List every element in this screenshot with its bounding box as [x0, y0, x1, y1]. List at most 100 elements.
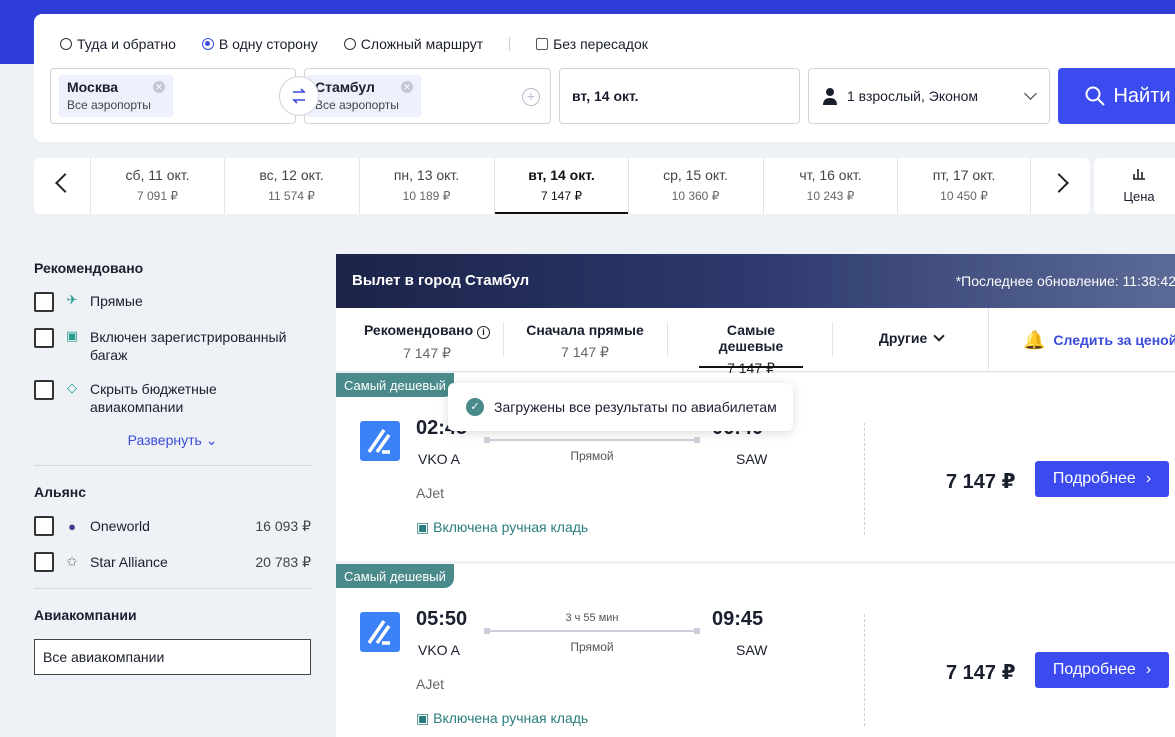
date-option[interactable]: сб, 11 окт. 7 091 ₽ [90, 158, 224, 214]
star-alliance-logo-icon: ✩ [66, 554, 78, 569]
arrival-time: 09:45 [712, 608, 764, 630]
chevron-down-icon [1024, 87, 1037, 100]
trip-type-multicity[interactable]: Сложный маршрут [343, 36, 483, 52]
filter-hide-budget[interactable]: ◇ Скрыть бюджетные авиакомпании [34, 380, 311, 416]
divider [509, 37, 511, 51]
flight-card[interactable]: Самый дешевый 05:50 09:45 VKO A SAW 3 ч … [336, 564, 1175, 737]
date-field[interactable]: вт, 14 окт. [559, 68, 800, 124]
trip-type-oneway[interactable]: В одну сторону [201, 36, 318, 52]
alliance-title: Альянс [34, 484, 87, 500]
date-option-selected[interactable]: вт, 14 окт. 7 147 ₽ [494, 158, 629, 214]
filter-oneworld[interactable]: ● Oneworld 16 093 ₽ [34, 516, 311, 536]
tag-icon: ◇ [67, 380, 77, 395]
swap-cities-button[interactable] [279, 76, 319, 116]
results-header: Вылет в город Стамбул *Последнее обновле… [336, 254, 1175, 308]
departure-airport: VKO A [418, 642, 461, 658]
route-line [484, 437, 700, 443]
date-price-bar: сб, 11 окт. 7 091 ₽ вс, 12 окт. 11 574 ₽ п… [34, 158, 1090, 214]
luggage-icon: ▣ [65, 328, 79, 343]
filter-star-alliance[interactable]: ✩ Star Alliance 20 783 ₽ [34, 552, 311, 572]
last-updated: *Последнее обновление: 11:38:42 [955, 273, 1175, 289]
date-option[interactable]: чт, 16 окт. 10 243 ₽ [763, 158, 897, 214]
radio-selected-icon [201, 38, 214, 50]
tab-cheapest[interactable]: Самые дешевые 7 147 ₽ [699, 308, 803, 376]
date-option[interactable]: вс, 12 окт. 11 574 ₽ [224, 158, 358, 214]
checkbox-icon[interactable] [34, 380, 54, 400]
arrival-airport: SAW [736, 642, 768, 658]
chevron-down-icon: ⌄ [205, 432, 218, 448]
add-city-icon[interactable]: + [522, 88, 540, 106]
hand-luggage-info: ▣ Включена ручная кладь [416, 710, 589, 726]
find-button[interactable]: Найти [1058, 68, 1175, 124]
next-dates-arrow-icon[interactable] [1049, 173, 1069, 193]
ajet-logo-icon [360, 421, 400, 461]
radio-icon [343, 38, 356, 50]
clear-icon[interactable]: ✕ [153, 81, 165, 93]
flight-price: 7 147 ₽ [946, 662, 1016, 684]
trip-type-selector: Туда и обратно В одну сторону Сложный ма… [60, 36, 648, 52]
date-option[interactable]: пн, 13 окт. 10 189 ₽ [359, 158, 493, 214]
results-title: Вылет в город Стамбул [352, 272, 530, 289]
to-field[interactable]: Стамбул Все аэропорты ✕ + [304, 68, 551, 124]
divider [667, 322, 668, 356]
tab-recommended[interactable]: Рекомендовано i 7 147 ₽ [352, 308, 502, 372]
swap-icon [292, 88, 306, 104]
filter-direct[interactable]: ✈ Прямые [34, 292, 311, 312]
route-line [484, 628, 700, 634]
divider [503, 322, 504, 356]
flight-type: Прямой [570, 449, 614, 463]
tab-other[interactable]: Другие [856, 308, 966, 372]
oneworld-logo-icon: ● [68, 518, 76, 534]
details-button[interactable]: Подробнее › [1035, 461, 1169, 497]
plane-icon: ✈ [66, 292, 78, 307]
checkbox-icon[interactable] [34, 552, 54, 572]
expand-link[interactable]: Развернуть ⌄ [34, 432, 311, 449]
arrival-airport: SAW [736, 451, 768, 467]
checkbox-icon[interactable] [34, 516, 54, 536]
to-airports: Все аэропорты [315, 98, 399, 112]
price-chart-toggle[interactable]: Цена [1094, 158, 1175, 214]
results-loaded-toast: ✓ Загружены все результаты по авиабилета… [448, 383, 793, 431]
carrier-name: AJet [416, 676, 445, 692]
trip-type-roundtrip[interactable]: Туда и обратно [60, 36, 176, 52]
flight-price: 7 147 ₽ [946, 471, 1016, 493]
checkbox-icon[interactable] [34, 292, 54, 312]
carrier-name: AJet [416, 485, 445, 501]
date-option[interactable]: ср, 15 окт. 10 360 ₽ [628, 158, 762, 214]
luggage-icon: ▣ [416, 710, 430, 726]
airlines-title: Авиакомпании [34, 607, 137, 623]
date-option[interactable]: пт, 17 окт. 10 450 ₽ [897, 158, 1031, 214]
nonstop-checkbox[interactable]: Без пересадок [536, 36, 648, 52]
filter-baggage[interactable]: ▣ Включен зарегистрированный багаж [34, 328, 311, 364]
departure-airport: VKO A [418, 451, 461, 467]
airlines-select[interactable]: Все авиакомпании [34, 639, 311, 675]
divider [864, 614, 865, 726]
ajet-logo-icon [360, 612, 400, 652]
divider [34, 588, 311, 589]
passengers-field[interactable]: 1 взрослый, Эконом [808, 68, 1050, 124]
passengers-value: 1 взрослый, Эконом [847, 88, 979, 104]
luggage-icon: ▣ [416, 519, 430, 535]
departure-time: 05:50 [416, 608, 468, 630]
clear-icon[interactable]: ✕ [401, 81, 413, 93]
cheapest-badge: Самый дешевый [336, 373, 454, 397]
details-button[interactable]: Подробнее › [1035, 652, 1169, 688]
from-city: Москва [67, 79, 119, 95]
checkbox-icon[interactable] [34, 328, 54, 348]
from-city-chip: Москва Все аэропорты ✕ [59, 75, 173, 117]
follow-price-button[interactable]: 🔔 Следить за ценой [988, 308, 1175, 372]
chevron-right-icon: › [1145, 661, 1152, 678]
prev-dates-arrow-icon[interactable] [55, 173, 75, 193]
divider [864, 423, 865, 535]
divider [34, 465, 311, 466]
flight-type: Прямой [570, 640, 614, 654]
to-city: Стамбул [315, 79, 375, 95]
date-value: вт, 14 окт. [572, 88, 639, 104]
tab-direct-first[interactable]: Сначала прямые 7 147 ₽ [518, 308, 652, 372]
from-airports: Все аэропорты [67, 98, 151, 112]
bell-icon: 🔔 [1023, 329, 1046, 350]
person-icon [823, 88, 837, 105]
from-field[interactable]: Москва Все аэропорты ✕ [50, 68, 296, 124]
chevron-right-icon: › [1145, 470, 1152, 487]
flight-duration: 3 ч 55 мин [565, 612, 619, 624]
